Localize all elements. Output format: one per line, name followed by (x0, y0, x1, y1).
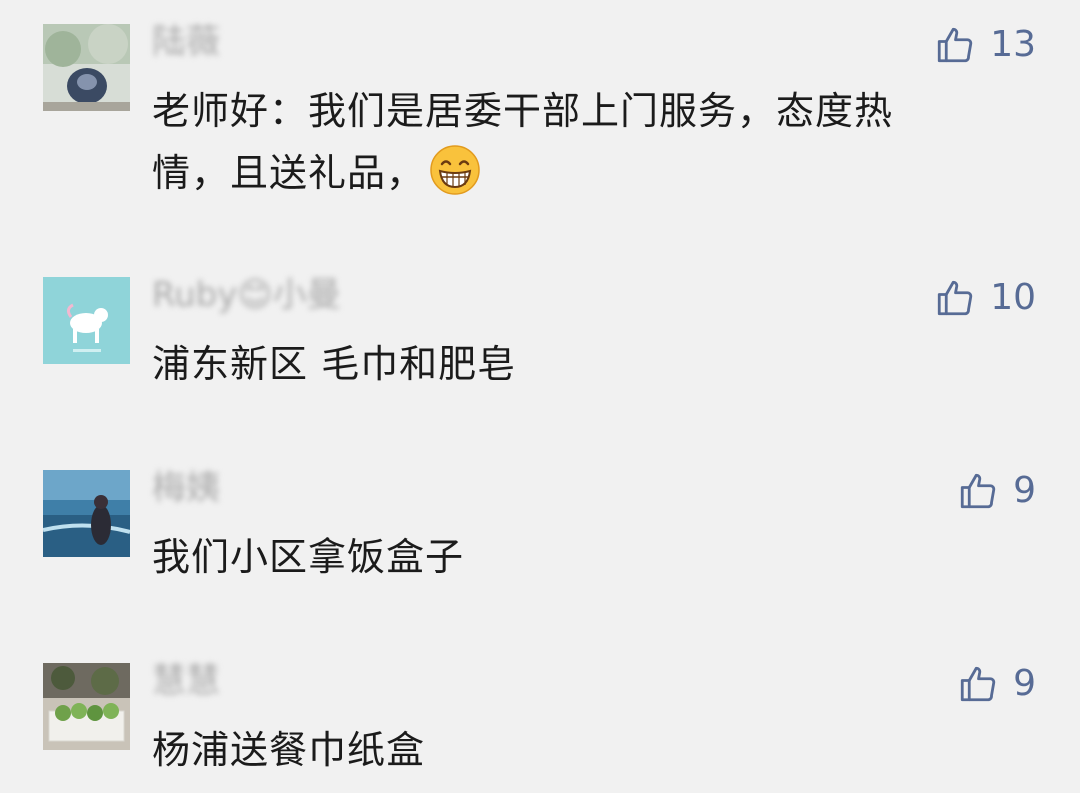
comment-text: 老师好：我们是居委干部上门服务，态度热 情，且送礼品， (152, 80, 1032, 204)
like-button[interactable]: 10 (934, 277, 1036, 319)
commenter-name[interactable]: 梅姨 (152, 468, 220, 508)
like-count: 9 (1013, 470, 1036, 511)
comment-text-fragment: 情，且送礼品， (152, 151, 426, 195)
avatar[interactable] (43, 470, 130, 557)
commenter-name[interactable]: Ruby😊小曼 (152, 275, 341, 315)
like-count: 13 (990, 24, 1036, 65)
commenter-name[interactable]: 慧慧 (152, 661, 220, 701)
thumbs-up-icon (960, 666, 996, 702)
avatar[interactable] (43, 24, 130, 111)
comment-text: 浦东新区 毛巾和肥皂 (152, 342, 517, 386)
like-button[interactable]: 9 (957, 470, 1036, 512)
commenter-name[interactable]: 陆薇 (152, 22, 220, 62)
like-count: 10 (990, 277, 1036, 318)
comment-text-line: 老师好：我们是居委干部上门服务，态度热 (152, 89, 894, 133)
thumbs-up-icon (938, 27, 973, 63)
avatar[interactable] (43, 663, 130, 750)
comment-text: 杨浦送餐巾纸盒 (152, 728, 426, 772)
like-button[interactable]: 9 (957, 663, 1036, 705)
thumbs-up-icon (960, 473, 996, 509)
thumbs-up-icon (938, 280, 973, 316)
grin-emoji-icon (430, 145, 480, 195)
avatar[interactable] (43, 277, 130, 364)
like-button[interactable]: 13 (934, 24, 1036, 66)
like-count: 9 (1013, 663, 1036, 704)
comment-text-line: 情，且送礼品， (152, 142, 1032, 204)
comment-text: 我们小区拿饭盒子 (152, 535, 465, 579)
